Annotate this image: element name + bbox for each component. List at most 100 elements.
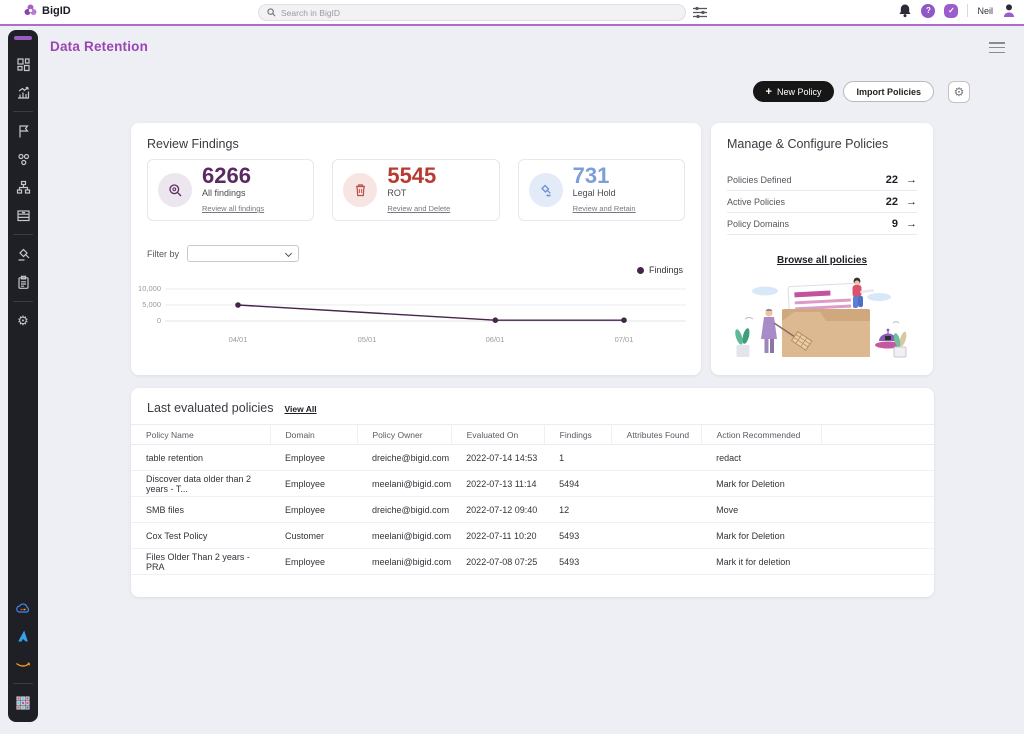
- findings-link[interactable]: 5493: [544, 523, 611, 549]
- attributes-cell: [611, 549, 701, 575]
- rot-label: ROT: [387, 188, 450, 198]
- sidebar-item-aws[interactable]: [8, 651, 38, 677]
- x-tick-0501: 05/01: [358, 335, 377, 344]
- policy-settings-button[interactable]: ⚙: [948, 81, 970, 103]
- legal-hold-label: Legal Hold: [573, 188, 636, 198]
- legal-hold-value: 731: [573, 164, 636, 187]
- y-tick-5000: 5,000: [131, 300, 161, 309]
- new-policy-button[interactable]: + New Policy: [753, 81, 835, 102]
- user-avatar[interactable]: [1002, 3, 1016, 18]
- bigid-logo: BigID: [24, 4, 71, 17]
- flag-icon: [16, 124, 31, 139]
- owner-cell: meelani@bigid.com: [357, 471, 451, 497]
- new-policy-label: New Policy: [777, 87, 822, 97]
- sidebar-item-data-flagging[interactable]: [8, 118, 38, 144]
- sidebar-item-policies[interactable]: [8, 241, 38, 267]
- table-row: SMB files Employee dreiche@bigid.com 202…: [131, 497, 934, 523]
- top-bar: BigID ? ✓ Neil: [0, 0, 1024, 26]
- topbar-divider: [967, 4, 968, 17]
- browse-all-policies-link[interactable]: Browse all policies: [711, 255, 933, 266]
- policy-name-link[interactable]: Discover data older than 2 years - T...: [131, 471, 270, 497]
- chart-data-point[interactable]: [493, 317, 499, 323]
- arrow-right-icon[interactable]: →: [906, 174, 917, 186]
- findings-link[interactable]: 5493: [544, 549, 611, 575]
- attributes-cell: [611, 497, 701, 523]
- arrow-right-icon[interactable]: →: [906, 196, 917, 208]
- y-tick-0: 0: [131, 316, 161, 325]
- active-policies-row[interactable]: Active Policies 22 →: [727, 191, 917, 213]
- action-cell: Mark for Deletion: [701, 471, 821, 497]
- findings-link[interactable]: 5494: [544, 471, 611, 497]
- chart-data-point[interactable]: [235, 302, 241, 308]
- policies-defined-label: Policies Defined: [727, 175, 886, 185]
- user-name: Neil: [977, 6, 993, 16]
- sidebar-item-reports[interactable]: [8, 79, 38, 105]
- table-row: table retention Employee dreiche@bigid.c…: [131, 445, 934, 471]
- policy-name-link[interactable]: Files Older Than 2 years - PRA: [131, 549, 270, 575]
- sidebar-divider: [13, 234, 33, 235]
- col-evaluated-on[interactable]: Evaluated On: [451, 425, 544, 445]
- domain-cell: Employee: [270, 445, 357, 471]
- sidebar-divider: [13, 111, 33, 112]
- sidebar-brand-mark: [14, 36, 32, 40]
- y-tick-10000: 10,000: [131, 284, 161, 293]
- chart-data-point[interactable]: [621, 317, 627, 323]
- tasks-check-icon[interactable]: ✓: [944, 4, 958, 18]
- sidebar-item-azure[interactable]: [8, 623, 38, 649]
- sidebar-item-cluster-analysis[interactable]: [8, 146, 38, 172]
- sidebar-item-google-cloud[interactable]: [8, 595, 38, 621]
- col-policy-name[interactable]: Policy Name: [131, 425, 270, 445]
- bigid-flower-icon: [24, 4, 37, 17]
- findings-link[interactable]: 1: [544, 445, 611, 471]
- arrow-right-icon[interactable]: →: [906, 218, 917, 230]
- notifications-bell-icon[interactable]: [898, 3, 912, 18]
- help-icon[interactable]: ?: [921, 4, 935, 18]
- action-cell: Mark it for deletion: [701, 549, 821, 575]
- evaluated-cell: 2022-07-14 14:53: [451, 445, 544, 471]
- sidebar-item-data-hierarchy[interactable]: [8, 174, 38, 200]
- review-and-delete-link[interactable]: Review and Delete: [387, 204, 450, 213]
- import-policies-button[interactable]: Import Policies: [843, 81, 934, 102]
- owner-cell: dreiche@bigid.com: [357, 445, 451, 471]
- col-action-recommended[interactable]: Action Recommended: [701, 425, 821, 445]
- view-all-link[interactable]: View All: [284, 404, 316, 414]
- table-row: Discover data older than 2 years - T... …: [131, 471, 934, 497]
- review-and-retain-link[interactable]: Review and Retain: [573, 204, 636, 213]
- col-findings[interactable]: Findings: [544, 425, 611, 445]
- page-menu-icon[interactable]: [989, 42, 1005, 53]
- findings-link[interactable]: 12: [544, 497, 611, 523]
- chart-legend: Findings: [637, 265, 683, 275]
- brand-name: BigID: [42, 5, 71, 17]
- last-evaluated-policies-card: Last evaluated policies View All Policy …: [131, 388, 934, 597]
- apps-grid-icon: [16, 696, 30, 710]
- search-input[interactable]: [281, 8, 677, 18]
- findings-chart-plot: [165, 283, 686, 329]
- search-filters-icon[interactable]: [692, 5, 708, 20]
- sidebar-item-apps-grid[interactable]: [8, 690, 38, 716]
- gavel-icon: [16, 247, 31, 262]
- dashboard-icon: [16, 57, 31, 72]
- legend-label: Findings: [649, 265, 683, 275]
- col-attributes-found[interactable]: Attributes Found: [611, 425, 701, 445]
- policy-domains-label: Policy Domains: [727, 219, 892, 229]
- policy-domains-row[interactable]: Policy Domains 9 →: [727, 213, 917, 235]
- review-all-findings-link[interactable]: Review all findings: [202, 204, 264, 213]
- sidebar-item-data-catalog[interactable]: [8, 202, 38, 228]
- policy-name-link[interactable]: Cox Test Policy: [131, 523, 270, 549]
- sidebar-item-dashboard[interactable]: [8, 51, 38, 77]
- filter-dropdown[interactable]: [187, 245, 299, 262]
- col-policy-owner[interactable]: Policy Owner: [357, 425, 451, 445]
- domain-cell: Employee: [270, 497, 357, 523]
- policy-name-link[interactable]: SMB files: [131, 497, 270, 523]
- page-title: Data Retention: [50, 39, 148, 54]
- sidebar-item-reports-clipboard[interactable]: [8, 269, 38, 295]
- col-domain[interactable]: Domain: [270, 425, 357, 445]
- cluster-icon: [16, 152, 31, 167]
- policies-defined-row[interactable]: Policies Defined 22 →: [727, 169, 917, 191]
- attributes-cell: [611, 471, 701, 497]
- evaluated-cell: 2022-07-12 09:40: [451, 497, 544, 523]
- search-icon: [267, 8, 276, 17]
- sidebar-item-settings[interactable]: ⚙: [8, 308, 38, 334]
- global-search[interactable]: [258, 4, 686, 21]
- policy-name-link[interactable]: table retention: [131, 445, 270, 471]
